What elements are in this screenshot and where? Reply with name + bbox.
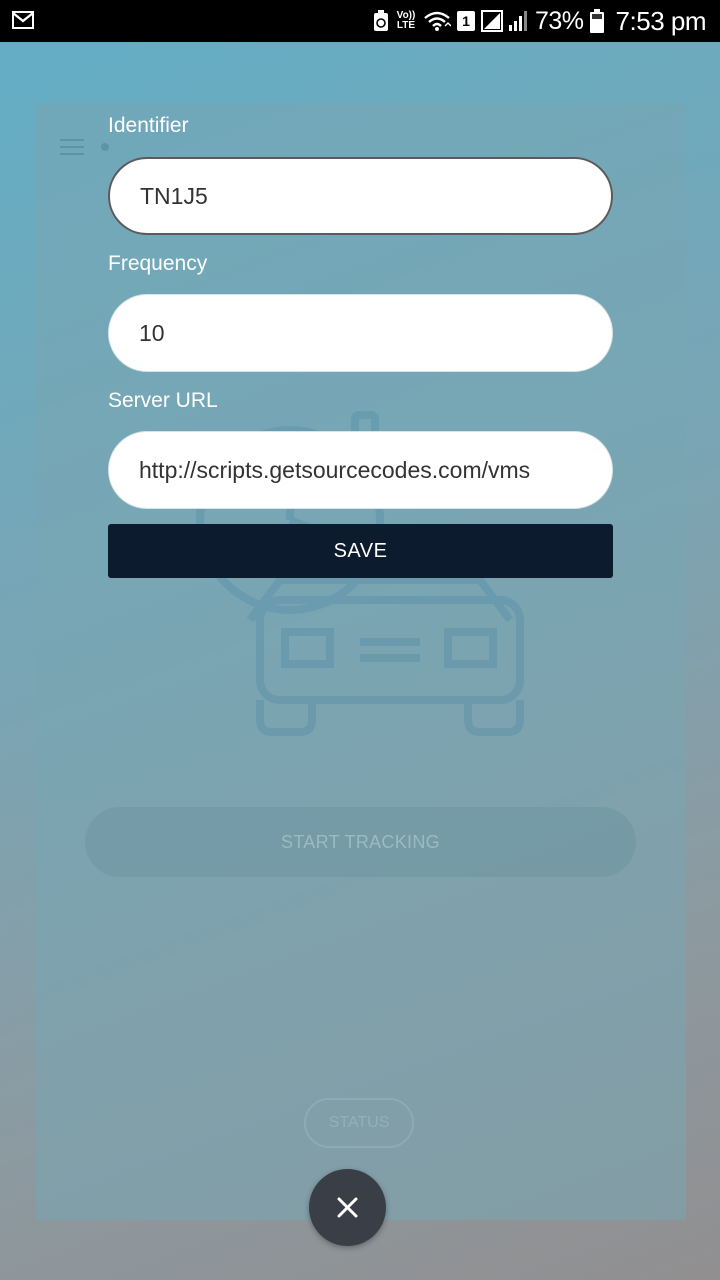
settings-screen: Vo)) LTE 1 73% 7:53 pm START TRACKING ST… <box>0 0 720 1280</box>
indicator-dot <box>101 143 109 151</box>
wifi-icon <box>424 11 451 31</box>
status-button: STATUS <box>304 1098 414 1148</box>
identifier-label: Identifier <box>108 114 189 137</box>
start-tracking-button: START TRACKING <box>85 807 636 877</box>
close-button[interactable] <box>309 1169 386 1246</box>
sim-icon: 1 <box>457 11 475 31</box>
battery-percent: 73% <box>535 6 584 35</box>
server-url-label: Server URL <box>108 389 218 412</box>
close-icon <box>337 1197 358 1218</box>
volte-icon: Vo)) LTE <box>396 10 416 31</box>
clock: 7:53 pm <box>615 5 707 36</box>
recycle-icon <box>374 10 388 31</box>
identifier-input[interactable] <box>108 157 613 235</box>
signal-icon <box>481 10 527 32</box>
gmail-icon <box>12 11 34 29</box>
battery-icon <box>589 9 604 33</box>
save-button[interactable]: SAVE <box>108 524 613 578</box>
server-url-input[interactable] <box>108 431 613 509</box>
status-bar: Vo)) LTE 1 73% 7:53 pm <box>0 0 720 42</box>
menu-icon <box>60 139 84 157</box>
frequency-label: Frequency <box>108 252 208 275</box>
frequency-input[interactable] <box>108 294 613 372</box>
